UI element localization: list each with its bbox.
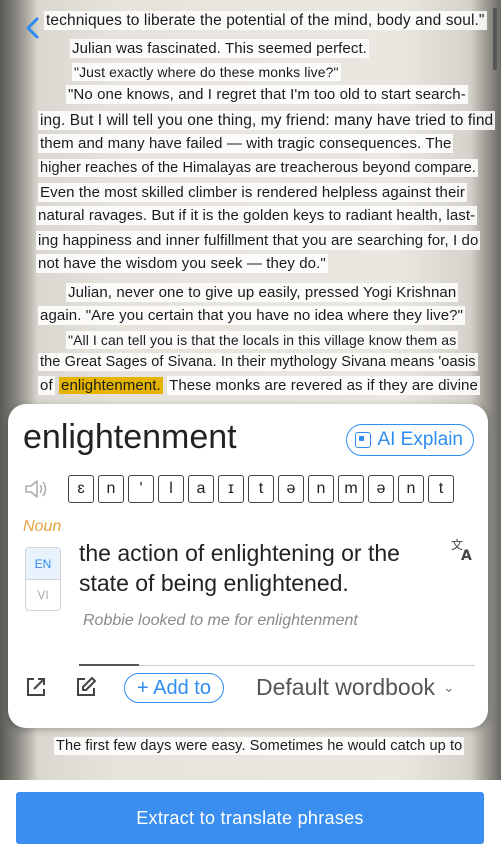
ai-explain-button[interactable]: AI Explain bbox=[346, 424, 474, 456]
speaker-icon[interactable] bbox=[24, 478, 50, 500]
svg-text:A: A bbox=[461, 548, 472, 562]
phoneme[interactable]: a bbox=[188, 475, 214, 503]
chevron-down-icon: ⌄ bbox=[443, 679, 455, 695]
edit-icon[interactable] bbox=[74, 675, 98, 699]
extract-button[interactable]: Extract to translate phrases bbox=[16, 792, 484, 844]
page-line: "All I can tell you is that the locals i… bbox=[66, 331, 459, 349]
phoneme[interactable]: t bbox=[248, 475, 274, 503]
page-line: techniques to liberate the potential of … bbox=[44, 11, 487, 30]
definition-text: the action of enlightening or the state … bbox=[79, 540, 400, 596]
page-line: higher reaches of the Himalayas are trea… bbox=[38, 159, 478, 177]
example-sentence: Robbie looked to me for enlightenment bbox=[83, 612, 358, 629]
phoneme[interactable]: n bbox=[308, 475, 334, 503]
page-line: of enlightenment. These monks are revere… bbox=[38, 376, 480, 395]
wordbook-select[interactable]: Default wordbook ⌄ bbox=[256, 674, 455, 701]
page-line: them and many have failed — with tragic … bbox=[38, 134, 454, 153]
headword: enlightenment bbox=[23, 418, 237, 456]
back-button[interactable] bbox=[22, 14, 42, 42]
page-continuation: The first few days were easy. Sometimes … bbox=[0, 728, 501, 780]
page-line: again. "Are you certain that you have no… bbox=[38, 306, 466, 325]
selected-word[interactable]: enlightenment. bbox=[59, 377, 163, 394]
page-line: "No one knows, and I regret that I'm too… bbox=[66, 85, 468, 104]
page-line: Even the most skilled climber is rendere… bbox=[38, 183, 467, 202]
page-line: natural ravages. But if it is the golden… bbox=[36, 206, 478, 225]
add-to-button[interactable]: + Add to bbox=[124, 673, 224, 703]
page-line: not have the wisdom you seek — they do." bbox=[36, 254, 328, 273]
dictionary-card: enlightenment AI Explain ɛ n ' l a ɪ t ə… bbox=[8, 404, 488, 728]
page-line: The first few days were easy. Sometimes … bbox=[54, 737, 465, 755]
page-line: ing. But I will tell you one thing, my f… bbox=[38, 111, 496, 130]
divider-accent bbox=[79, 664, 139, 666]
phoneme[interactable]: m bbox=[338, 475, 364, 503]
phoneme[interactable]: n bbox=[398, 475, 424, 503]
footer: Extract to translate phrases bbox=[0, 780, 501, 855]
lang-vi-button[interactable]: VI bbox=[26, 580, 60, 610]
page-line: ing happiness and inner fulfillment that… bbox=[36, 231, 481, 250]
scrollbar[interactable] bbox=[493, 8, 497, 70]
page-line: Julian was fascinated. This seemed perfe… bbox=[70, 39, 370, 58]
chip-icon bbox=[355, 432, 372, 448]
phoneme[interactable]: ɪ bbox=[218, 475, 244, 503]
part-of-speech: Noun bbox=[23, 518, 62, 535]
wordbook-label: Default wordbook bbox=[256, 674, 435, 700]
phoneme[interactable]: n bbox=[98, 475, 124, 503]
language-toggle: EN VI bbox=[25, 547, 61, 611]
page-line: Julian, never one to give up easily, pre… bbox=[66, 283, 459, 302]
phoneme[interactable]: ə bbox=[278, 475, 304, 503]
phoneme[interactable]: l bbox=[158, 475, 184, 503]
lang-en-button[interactable]: EN bbox=[26, 548, 60, 580]
page-line: the Great Sages of Sivana. In their myth… bbox=[38, 353, 478, 371]
ai-explain-label: AI Explain bbox=[377, 429, 463, 450]
page-line: "Just exactly where do these monks live?… bbox=[72, 63, 341, 81]
chevron-left-icon bbox=[26, 17, 39, 39]
phoneme[interactable]: ' bbox=[128, 475, 154, 503]
translate-icon[interactable]: 文 A bbox=[450, 536, 476, 564]
phoneme[interactable]: ə bbox=[368, 475, 394, 503]
phoneme[interactable]: t bbox=[428, 475, 454, 503]
phoneme-list: ɛ n ' l a ɪ t ə n m ə n t bbox=[68, 475, 454, 503]
phoneme[interactable]: ɛ bbox=[68, 475, 94, 503]
open-external-icon[interactable] bbox=[24, 675, 48, 699]
